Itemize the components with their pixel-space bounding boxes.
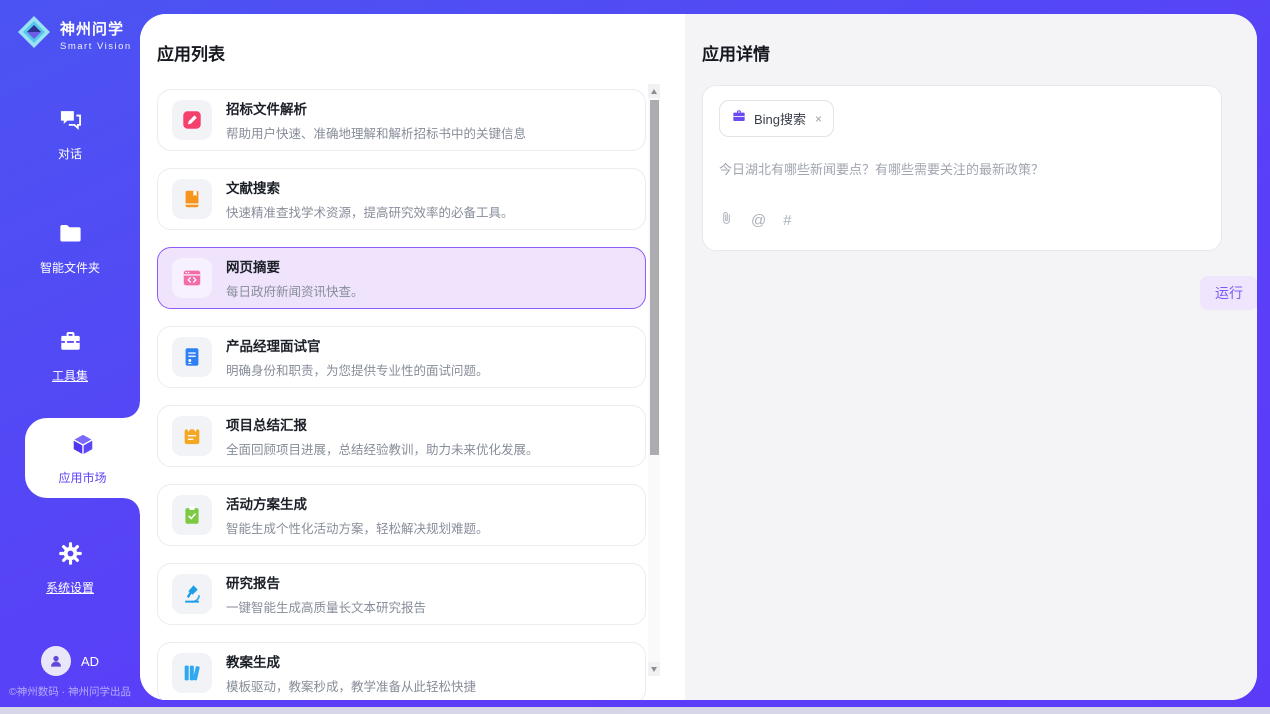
app-card-title: 网页摘要 — [226, 256, 364, 276]
app-card-description: 明确身份和职责，为您提供专业性的面试问题。 — [226, 360, 489, 379]
main-container: 应用列表 招标文件解析 帮助用户快速、准确地理解和解析招标书中的关键信息 — [140, 14, 1257, 700]
tag-close-icon[interactable]: × — [815, 112, 822, 126]
app-card-project-summary[interactable]: 项目总结汇报 全面回顾项目进展，总结经验教训，助力未来优化发展。 — [157, 405, 646, 467]
sidebar-item-app-market[interactable]: 应用市场 — [25, 418, 140, 498]
app-card-description: 模板驱动，教案秒成，教学准备从此轻松快捷 — [226, 676, 476, 695]
note-icon — [172, 416, 212, 456]
briefcase-icon — [731, 108, 747, 129]
attachment-icon[interactable] — [719, 210, 734, 230]
gear-icon — [57, 540, 84, 572]
cube-icon — [69, 430, 97, 463]
app-card-web-summary[interactable]: 网页摘要 每日政府新闻资讯快查。 — [157, 247, 646, 309]
app-card-description: 快速精准查找学术资源，提高研究效率的必备工具。 — [226, 202, 514, 221]
app-card-text: 教案生成 模板驱动，教案秒成，教学准备从此轻松快捷 — [226, 651, 476, 695]
triangle-up-icon — [651, 89, 657, 94]
app-card-text: 研究报告 一键智能生成高质量长文本研究报告 — [226, 572, 426, 616]
user-profile[interactable]: AD — [0, 646, 140, 676]
books-icon — [172, 653, 212, 693]
app-detail-panel: 应用详情 Bing搜索 × 今日湖北有哪些新闻要点？有哪些需要关注的最新政策？ — [685, 14, 1257, 700]
scrollbar-up-button[interactable] — [648, 84, 660, 98]
microscope-icon — [172, 574, 212, 614]
brand: 神州问学 Smart Vision — [16, 14, 132, 55]
app-card-text: 产品经理面试官 明确身份和职责，为您提供专业性的面试问题。 — [226, 335, 489, 379]
app-card-text: 活动方案生成 智能生成个性化活动方案，轻松解决规划难题。 — [226, 493, 489, 537]
app-card-description: 每日政府新闻资讯快查。 — [226, 281, 364, 300]
app-card-text: 招标文件解析 帮助用户快速、准确地理解和解析招标书中的关键信息 — [226, 98, 526, 142]
document-icon — [172, 337, 212, 377]
app-card-lesson-plan[interactable]: 教案生成 模板驱动，教案秒成，教学准备从此轻松快捷 — [157, 642, 646, 700]
sidebar-item-toolset[interactable]: 工具集 — [0, 328, 140, 384]
clipboard-check-icon — [172, 495, 212, 535]
hash-icon[interactable]: # — [783, 213, 791, 228]
sidebar-item-label: 应用市场 — [58, 469, 106, 486]
copyright-text: ©神州数码 · 神州问学出品 — [0, 684, 140, 699]
brand-text: 神州问学 Smart Vision — [60, 18, 132, 52]
brand-name: 神州问学 — [60, 18, 132, 39]
app-card-title: 教案生成 — [226, 651, 476, 671]
edit-square-icon — [172, 100, 212, 140]
scrollbar-down-button[interactable] — [648, 662, 660, 676]
toolbox-icon — [57, 328, 84, 360]
app-card-title: 招标文件解析 — [226, 98, 526, 118]
app-card-list: 招标文件解析 帮助用户快速、准确地理解和解析招标书中的关键信息 文献搜索 — [157, 89, 645, 700]
tool-tag-label: Bing搜索 — [754, 109, 806, 128]
app-list-title: 应用列表 — [157, 40, 645, 65]
bottom-strip — [0, 707, 1270, 714]
app-card-text: 网页摘要 每日政府新闻资讯快查。 — [226, 256, 364, 300]
app-card-title: 项目总结汇报 — [226, 414, 539, 434]
book-icon — [172, 179, 212, 219]
app-list-panel: 应用列表 招标文件解析 帮助用户快速、准确地理解和解析招标书中的关键信息 — [140, 14, 685, 700]
chat-icon — [57, 106, 84, 138]
brand-subtitle: Smart Vision — [60, 41, 132, 52]
app-detail-title: 应用详情 — [702, 40, 1257, 65]
app-card-text: 文献搜索 快速精准查找学术资源，提高研究效率的必备工具。 — [226, 177, 514, 221]
tool-tag-bing-search[interactable]: Bing搜索 × — [719, 100, 834, 137]
sidebar-item-smart-folder[interactable]: 智能文件夹 — [0, 220, 140, 276]
scrollbar-thumb[interactable] — [650, 100, 659, 455]
sidebar-item-label: 对话 — [58, 145, 82, 162]
app-card-tender-analysis[interactable]: 招标文件解析 帮助用户快速、准确地理解和解析招标书中的关键信息 — [157, 89, 646, 151]
query-input[interactable]: 今日湖北有哪些新闻要点？有哪些需要关注的最新政策？ — [719, 159, 1205, 210]
sidebar-item-label: 智能文件夹 — [40, 259, 100, 276]
app-card-title: 产品经理面试官 — [226, 335, 489, 355]
browser-code-icon — [172, 258, 212, 298]
app-card-description: 一键智能生成高质量长文本研究报告 — [226, 597, 426, 616]
app-card-title: 文献搜索 — [226, 177, 514, 197]
sidebar-item-settings[interactable]: 系统设置 — [0, 540, 140, 596]
app-card-title: 活动方案生成 — [226, 493, 489, 513]
sidebar-item-label: 工具集 — [52, 367, 88, 384]
triangle-down-icon — [651, 667, 657, 672]
brand-logo-icon — [16, 14, 52, 55]
mention-icon[interactable]: @ — [751, 213, 766, 228]
run-button[interactable]: 运行 — [1200, 276, 1257, 310]
app-card-research-report[interactable]: 研究报告 一键智能生成高质量长文本研究报告 — [157, 563, 646, 625]
app-detail-card: Bing搜索 × 今日湖北有哪些新闻要点？有哪些需要关注的最新政策？ @ # — [702, 85, 1222, 251]
sidebar: 神州问学 Smart Vision 对话 智能文件夹 — [0, 0, 140, 714]
app-card-title: 研究报告 — [226, 572, 426, 592]
app-window: 神州问学 Smart Vision 对话 智能文件夹 — [0, 0, 1270, 714]
sidebar-item-chat[interactable]: 对话 — [0, 106, 140, 162]
avatar — [41, 646, 71, 676]
user-name: AD — [81, 654, 99, 669]
app-card-description: 帮助用户快速、准确地理解和解析招标书中的关键信息 — [226, 123, 526, 142]
app-card-literature-search[interactable]: 文献搜索 快速精准查找学术资源，提高研究效率的必备工具。 — [157, 168, 646, 230]
app-card-activity-plan[interactable]: 活动方案生成 智能生成个性化活动方案，轻松解决规划难题。 — [157, 484, 646, 546]
app-card-description: 全面回顾项目进展，总结经验教训，助力未来优化发展。 — [226, 439, 539, 458]
input-toolbar: @ # — [719, 210, 1205, 236]
app-card-text: 项目总结汇报 全面回顾项目进展，总结经验教训，助力未来优化发展。 — [226, 414, 539, 458]
list-scrollbar[interactable] — [648, 84, 660, 676]
app-card-description: 智能生成个性化活动方案，轻松解决规划难题。 — [226, 518, 489, 537]
app-card-pm-interviewer[interactable]: 产品经理面试官 明确身份和职责，为您提供专业性的面试问题。 — [157, 326, 646, 388]
folder-icon — [57, 220, 84, 252]
run-row: 运行 — [702, 276, 1257, 310]
sidebar-item-label: 系统设置 — [46, 579, 94, 596]
